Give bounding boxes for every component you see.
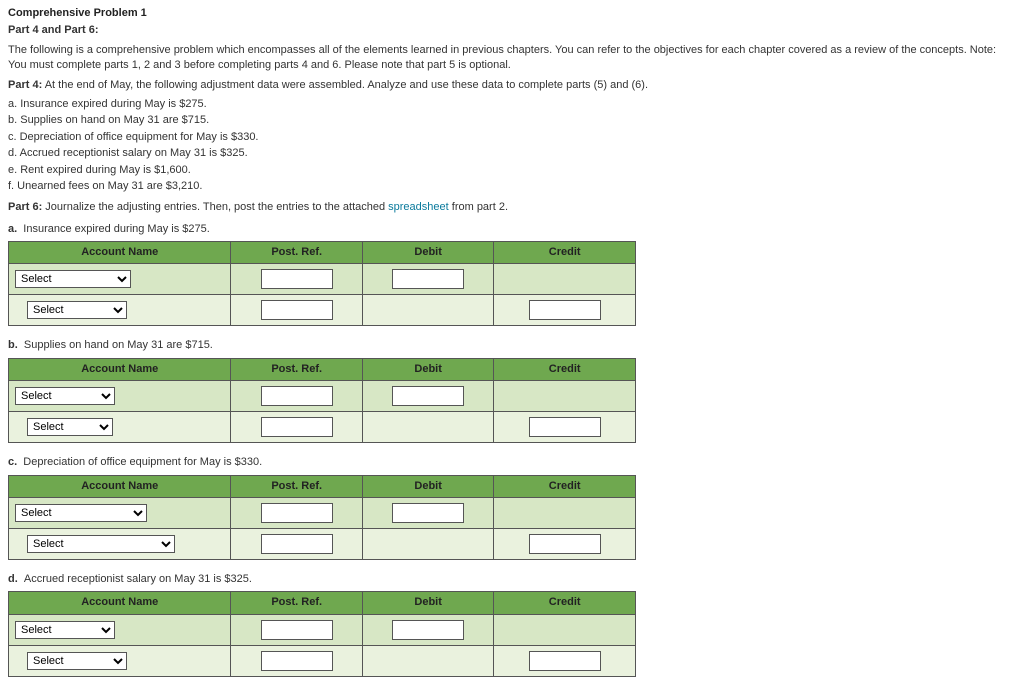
entry-prompt: a. Insurance expired during May is $275.: [8, 222, 1016, 237]
table-row: Select: [9, 264, 636, 295]
col-debit: Debit: [362, 592, 493, 614]
account-select[interactable]: Select: [15, 387, 115, 405]
col-pr: Post. Ref.: [231, 592, 362, 614]
col-credit: Credit: [494, 475, 636, 497]
table-row: Select: [9, 614, 636, 645]
account-select[interactable]: Select: [27, 535, 175, 553]
intro-text: The following is a comprehensive problem…: [8, 43, 1016, 74]
entry-prompt: b. Supplies on hand on May 31 are $715.: [8, 338, 1016, 353]
col-acct: Account Name: [9, 358, 231, 380]
postref-input[interactable]: [261, 269, 333, 289]
entry-prompt: c. Depreciation of office equipment for …: [8, 455, 1016, 470]
account-select[interactable]: Select: [27, 301, 127, 319]
journal-table: Account NamePost. Ref.DebitCredit Select S…: [8, 241, 636, 326]
postref-input[interactable]: [261, 620, 333, 640]
col-pr: Post. Ref.: [231, 475, 362, 497]
table-row: Select: [9, 412, 636, 443]
part6-heading: Part 6: Journalize the adjusting entries…: [8, 200, 1016, 215]
col-debit: Debit: [362, 242, 493, 264]
postref-input[interactable]: [261, 534, 333, 554]
postref-input[interactable]: [261, 386, 333, 406]
account-select[interactable]: Select: [15, 621, 115, 639]
table-row: Select: [9, 381, 636, 412]
credit-input[interactable]: [529, 300, 601, 320]
col-credit: Credit: [494, 358, 636, 380]
account-select[interactable]: Select: [15, 504, 147, 522]
part4-item: e. Rent expired during May is $1,600.: [8, 163, 1016, 178]
part6-text-a: Journalize the adjusting entries. Then, …: [42, 201, 388, 213]
postref-input[interactable]: [261, 417, 333, 437]
part4-item: d. Accrued receptionist salary on May 31…: [8, 146, 1016, 161]
entry-prompt: d. Accrued receptionist salary on May 31…: [8, 572, 1016, 587]
table-row: Select: [9, 498, 636, 529]
account-select[interactable]: Select: [27, 652, 127, 670]
col-credit: Credit: [494, 592, 636, 614]
part4-item: a. Insurance expired during May is $275.: [8, 97, 1016, 112]
debit-input[interactable]: [392, 503, 464, 523]
table-row: Select: [9, 529, 636, 560]
part6-label: Part 6:: [8, 201, 42, 213]
part4-item: f. Unearned fees on May 31 are $3,210.: [8, 179, 1016, 194]
col-acct: Account Name: [9, 475, 231, 497]
page-subtitle: Part 4 and Part 6:: [8, 23, 1016, 38]
col-acct: Account Name: [9, 242, 231, 264]
part4-list: a. Insurance expired during May is $275.…: [8, 97, 1016, 194]
debit-input[interactable]: [392, 386, 464, 406]
part4-item: b. Supplies on hand on May 31 are $715.: [8, 113, 1016, 128]
account-select[interactable]: Select: [15, 270, 131, 288]
credit-input[interactable]: [529, 417, 601, 437]
postref-input[interactable]: [261, 503, 333, 523]
col-debit: Debit: [362, 475, 493, 497]
debit-input[interactable]: [392, 269, 464, 289]
page-title: Comprehensive Problem 1: [8, 6, 1016, 21]
col-pr: Post. Ref.: [231, 242, 362, 264]
part4-heading: Part 4: At the end of May, the following…: [8, 78, 1016, 93]
table-row: Select: [9, 645, 636, 676]
col-credit: Credit: [494, 242, 636, 264]
journal-table: Account NamePost. Ref.DebitCredit Select S…: [8, 591, 636, 676]
postref-input[interactable]: [261, 651, 333, 671]
col-debit: Debit: [362, 358, 493, 380]
part6-text-b: from part 2.: [449, 201, 508, 213]
col-pr: Post. Ref.: [231, 358, 362, 380]
part4-text: At the end of May, the following adjustm…: [42, 79, 648, 91]
part4-item: c. Depreciation of office equipment for …: [8, 130, 1016, 145]
journal-table: Account NamePost. Ref.DebitCredit Select S…: [8, 475, 636, 560]
table-row: Select: [9, 295, 636, 326]
credit-input[interactable]: [529, 534, 601, 554]
journal-table: Account NamePost. Ref.DebitCredit Select S…: [8, 358, 636, 443]
spreadsheet-link[interactable]: spreadsheet: [388, 201, 449, 213]
account-select[interactable]: Select: [27, 418, 113, 436]
credit-input[interactable]: [529, 651, 601, 671]
postref-input[interactable]: [261, 300, 333, 320]
debit-input[interactable]: [392, 620, 464, 640]
part4-label: Part 4:: [8, 79, 42, 91]
col-acct: Account Name: [9, 592, 231, 614]
